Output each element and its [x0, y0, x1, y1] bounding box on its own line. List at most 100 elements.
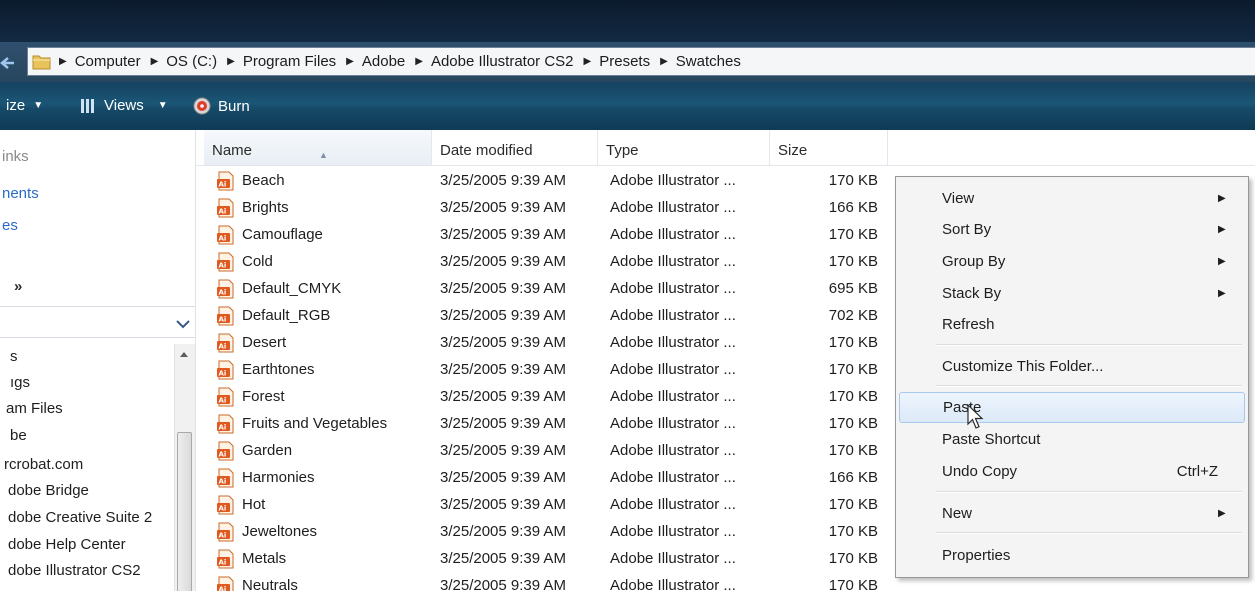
table-row[interactable]: Ai Camouflage 3/25/2005 9:39 AM Adobe Il…	[196, 222, 896, 249]
menu-item-paste[interactable]: Paste	[899, 392, 1245, 423]
menu-item-label: New	[942, 505, 973, 522]
submenu-arrow-icon: ▶	[1218, 288, 1226, 299]
folder-tree-scrollbar[interactable]	[174, 344, 195, 591]
chevron-right-icon[interactable]: ▶	[59, 56, 67, 67]
views-button[interactable]: Views ▼	[80, 97, 168, 114]
nav-link-documents[interactable]: nents	[2, 185, 39, 202]
column-size-label: Size	[778, 142, 808, 159]
chevron-right-icon[interactable]: ▶	[227, 56, 235, 67]
table-row[interactable]: Ai Default_RGB 3/25/2005 9:39 AM Adobe I…	[196, 303, 896, 330]
tree-item[interactable]: dobe Creative Suite 2	[8, 509, 152, 526]
file-size: 695 KB	[828, 280, 878, 297]
chevron-right-icon[interactable]: ▶	[415, 56, 423, 67]
breadcrumb-program-files[interactable]: Program Files	[243, 53, 336, 70]
table-row[interactable]: Ai Earthtones 3/25/2005 9:39 AM Adobe Il…	[196, 357, 896, 384]
file-size: 166 KB	[828, 469, 878, 486]
tree-item[interactable]: ıgs	[10, 374, 30, 391]
breadcrumb[interactable]: ▶ Computer ▶ OS (C:) ▶ Program Files ▶ A…	[27, 47, 1255, 76]
menu-item-view[interactable]: View ▶	[896, 184, 1248, 214]
chevron-right-icon[interactable]: ▶	[584, 56, 592, 67]
menu-item-paste-shortcut[interactable]: Paste Shortcut	[896, 425, 1248, 455]
svg-text:Ai: Ai	[219, 181, 227, 189]
menu-item-new[interactable]: New ▶	[896, 499, 1248, 529]
tree-item[interactable]: be	[10, 427, 27, 444]
tree-item[interactable]: rcrobat.com	[4, 456, 83, 473]
table-row[interactable]: Ai Metals 3/25/2005 9:39 AM Adobe Illust…	[196, 546, 896, 573]
table-row[interactable]: Ai Fruits and Vegetables 3/25/2005 9:39 …	[196, 411, 896, 438]
table-row[interactable]: Ai Harmonies 3/25/2005 9:39 AM Adobe Ill…	[196, 465, 896, 492]
table-row[interactable]: Ai Hot 3/25/2005 9:39 AM Adobe Illustrat…	[196, 492, 896, 519]
file-name: Fruits and Vegetables	[242, 415, 388, 432]
breadcrumb-os-c[interactable]: OS (C:)	[166, 53, 217, 70]
table-row[interactable]: Ai Jeweltones 3/25/2005 9:39 AM Adobe Il…	[196, 519, 896, 546]
breadcrumb-presets[interactable]: Presets	[599, 53, 650, 70]
chevron-right-icon[interactable]: ▶	[151, 56, 159, 67]
navigation-pane: inks nents es » s ıgs am Files be rcroba…	[0, 130, 196, 591]
context-menu: View ▶ Sort By ▶ Group By ▶ Stack By ▶ R…	[895, 176, 1249, 578]
menu-item-properties[interactable]: Properties	[896, 541, 1248, 571]
table-row[interactable]: Ai Default_CMYK 3/25/2005 9:39 AM Adobe …	[196, 276, 896, 303]
file-size: 170 KB	[828, 334, 878, 351]
tree-item[interactable]: dobe Help Center	[8, 536, 126, 553]
chevron-down-icon[interactable]	[176, 319, 190, 329]
chevron-right-icon[interactable]: ▶	[660, 56, 668, 67]
svg-text:Ai: Ai	[219, 586, 227, 591]
column-type[interactable]: Type	[598, 130, 770, 165]
folders-header[interactable]	[0, 306, 195, 338]
table-row[interactable]: Ai Desert 3/25/2005 9:39 AM Adobe Illust…	[196, 330, 896, 357]
column-name[interactable]: Name ▲	[204, 130, 432, 165]
file-type: Adobe Illustrator ...	[610, 253, 736, 270]
more-links-button[interactable]: »	[14, 278, 22, 295]
scroll-up-icon[interactable]	[179, 350, 189, 358]
menu-item-refresh[interactable]: Refresh	[896, 310, 1248, 340]
file-date-modified: 3/25/2005 9:39 AM	[440, 577, 566, 591]
table-row[interactable]: Ai Forest 3/25/2005 9:39 AM Adobe Illust…	[196, 384, 896, 411]
nav-link-pictures[interactable]: es	[2, 217, 18, 234]
file-name: Neutrals	[242, 577, 298, 591]
table-row[interactable]: Ai Brights 3/25/2005 9:39 AM Adobe Illus…	[196, 195, 896, 222]
menu-item-label: View	[942, 190, 975, 207]
chevron-down-icon: ▼	[157, 100, 168, 111]
file-type: Adobe Illustrator ...	[610, 415, 736, 432]
menu-separator	[936, 532, 1242, 534]
file-size: 170 KB	[828, 577, 878, 591]
breadcrumb-computer[interactable]: Computer	[75, 53, 141, 70]
menu-item-customize-folder[interactable]: Customize This Folder...	[896, 352, 1248, 382]
file-date-modified: 3/25/2005 9:39 AM	[440, 415, 566, 432]
burn-button[interactable]: Burn	[193, 97, 250, 115]
menu-item-sort-by[interactable]: Sort By ▶	[896, 215, 1248, 245]
illustrator-file-icon: Ai	[217, 360, 234, 380]
folder-icon	[32, 55, 51, 70]
illustrator-file-icon: Ai	[217, 549, 234, 569]
column-date-modified[interactable]: Date modified	[432, 130, 598, 165]
submenu-arrow-icon: ▶	[1218, 224, 1226, 235]
menu-item-stack-by[interactable]: Stack By ▶	[896, 279, 1248, 309]
breadcrumb-adobe[interactable]: Adobe	[362, 53, 405, 70]
tree-item[interactable]: dobe Illustrator CS2	[8, 562, 141, 579]
back-arrow-icon[interactable]	[0, 56, 14, 70]
column-size[interactable]: Size	[770, 130, 888, 165]
table-row[interactable]: Ai Garden 3/25/2005 9:39 AM Adobe Illust…	[196, 438, 896, 465]
file-date-modified: 3/25/2005 9:39 AM	[440, 361, 566, 378]
scrollbar-thumb[interactable]	[177, 432, 192, 591]
tree-item[interactable]: s	[10, 348, 18, 365]
table-row[interactable]: Ai Neutrals 3/25/2005 9:39 AM Adobe Illu…	[196, 573, 896, 591]
file-date-modified: 3/25/2005 9:39 AM	[440, 388, 566, 405]
illustrator-file-icon: Ai	[217, 495, 234, 515]
file-type: Adobe Illustrator ...	[610, 388, 736, 405]
menu-item-undo-copy[interactable]: Undo Copy Ctrl+Z	[896, 457, 1248, 487]
tree-item[interactable]: am Files	[6, 400, 63, 417]
breadcrumb-adobe-illustrator-cs2[interactable]: Adobe Illustrator CS2	[431, 53, 574, 70]
svg-text:Ai: Ai	[219, 262, 227, 270]
file-type: Adobe Illustrator ...	[610, 361, 736, 378]
tree-item[interactable]: dobe Bridge	[8, 482, 89, 499]
menu-separator	[936, 491, 1242, 493]
table-row[interactable]: Ai Beach 3/25/2005 9:39 AM Adobe Illustr…	[196, 168, 896, 195]
menu-item-group-by[interactable]: Group By ▶	[896, 247, 1248, 277]
chevron-right-icon[interactable]: ▶	[346, 56, 354, 67]
file-size: 170 KB	[828, 442, 878, 459]
organize-button[interactable]: ize ▼	[6, 97, 43, 114]
breadcrumb-swatches[interactable]: Swatches	[676, 53, 741, 70]
svg-text:Ai: Ai	[219, 532, 227, 540]
table-row[interactable]: Ai Cold 3/25/2005 9:39 AM Adobe Illustra…	[196, 249, 896, 276]
